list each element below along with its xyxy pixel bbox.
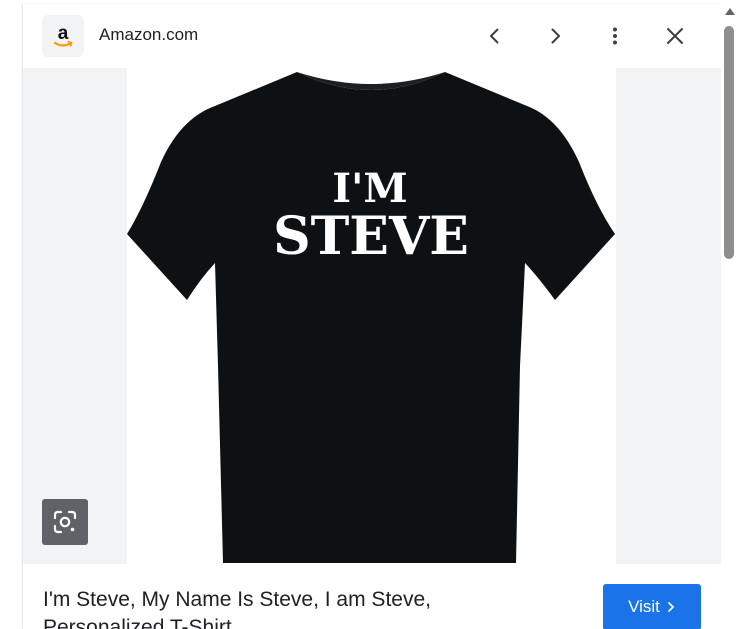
product-title[interactable]: I'm Steve, My Name Is Steve, I am Steve,…	[43, 586, 483, 629]
google-lens-icon	[53, 510, 77, 534]
scroll-up-arrow-icon[interactable]	[725, 8, 735, 15]
preview-header: a Amazon.com	[23, 4, 722, 68]
close-icon	[667, 28, 683, 44]
svg-text:a: a	[58, 23, 69, 44]
visit-button[interactable]: Visit	[603, 584, 701, 629]
google-lens-button[interactable]	[42, 499, 88, 545]
next-button[interactable]	[537, 18, 573, 54]
scrollbar[interactable]	[721, 0, 739, 629]
shirt-text-line1: I'M	[332, 165, 407, 212]
previous-button[interactable]	[477, 18, 513, 54]
shirt-text-line2: STEVE	[273, 206, 469, 267]
visit-button-label: Visit	[628, 597, 660, 616]
more-options-button[interactable]	[597, 18, 633, 54]
image-viewer[interactable]: I'M STEVE	[23, 68, 722, 564]
chevron-right-icon	[551, 28, 560, 44]
scroll-thumb[interactable]	[724, 26, 734, 259]
amazon-logo-icon: a	[53, 23, 73, 47]
tshirt-shape	[127, 72, 615, 563]
more-vert-icon	[613, 27, 617, 45]
chevron-left-icon	[490, 28, 499, 44]
image-preview-panel: a Amazon.com I'M STEVE I'm Steve, My Nam…	[22, 4, 722, 629]
amazon-favicon[interactable]: a	[42, 15, 84, 57]
site-name[interactable]: Amazon.com	[99, 25, 198, 45]
tshirt-image: I'M STEVE	[127, 72, 615, 563]
product-image[interactable]: I'M STEVE	[127, 68, 616, 564]
chevron-right-icon	[668, 602, 674, 612]
close-button[interactable]	[657, 18, 693, 54]
